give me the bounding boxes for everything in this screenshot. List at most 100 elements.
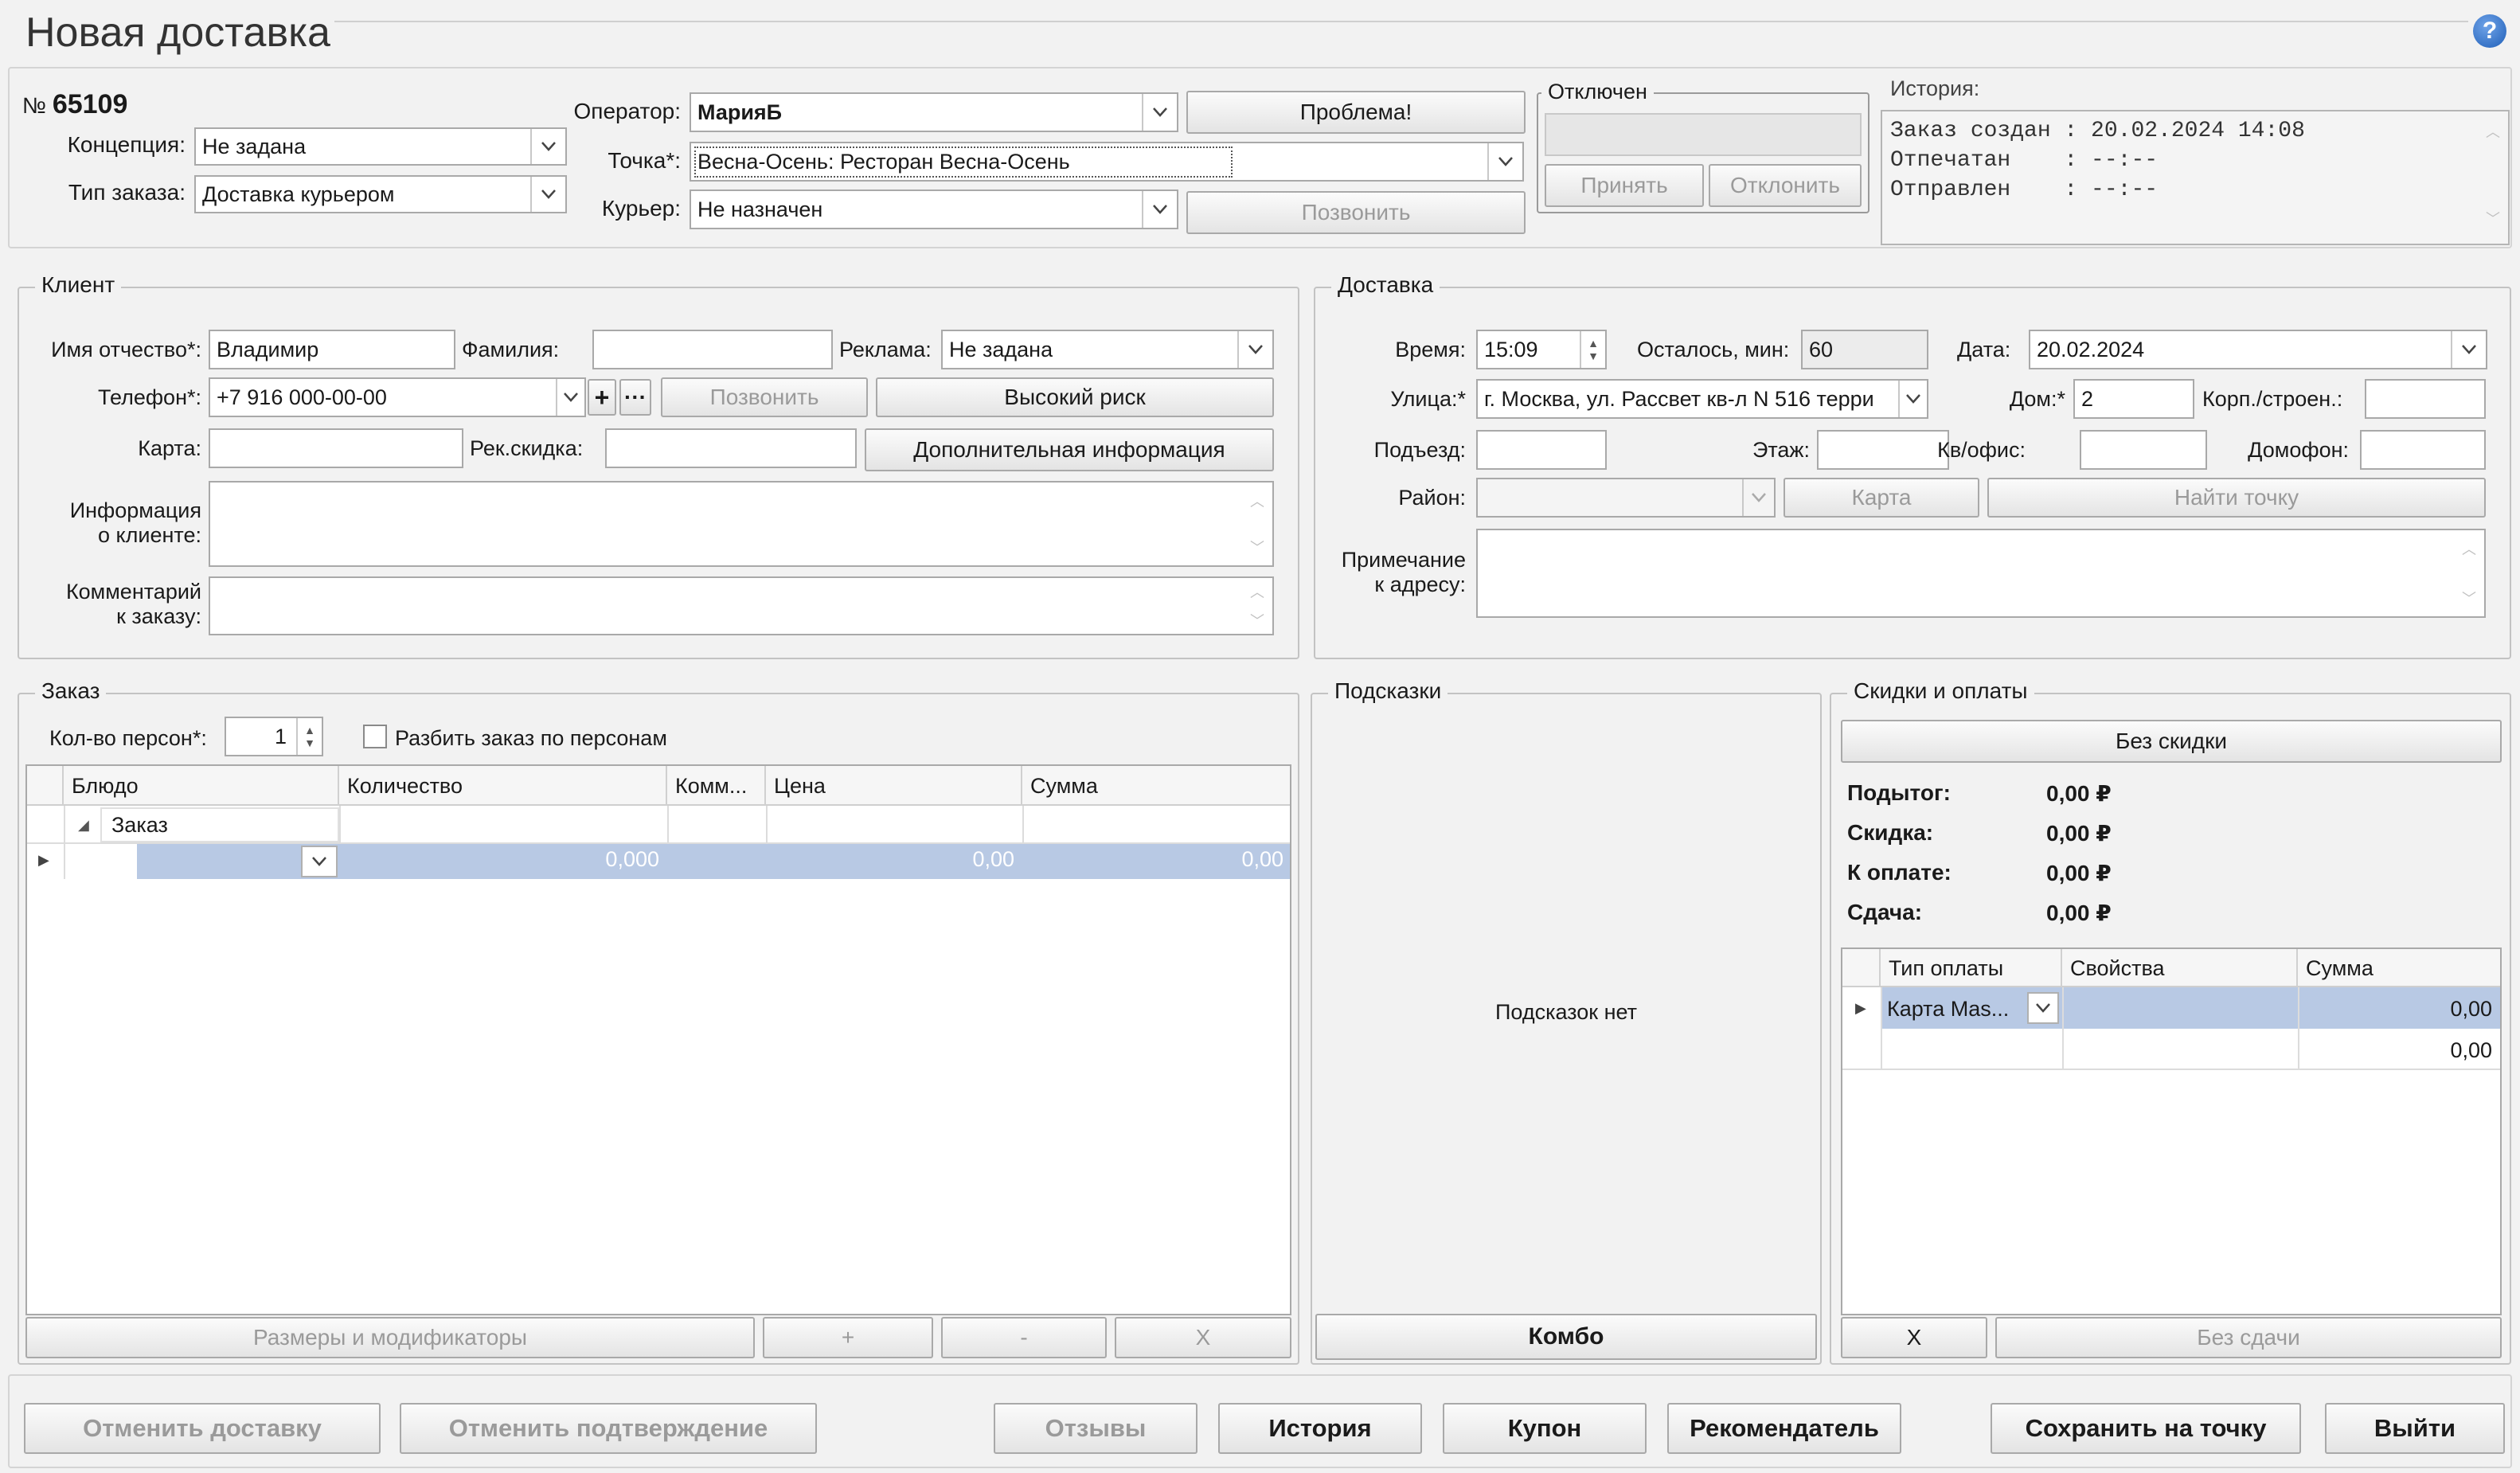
point-select[interactable]: Весна-Осень: Ресторан Весна-Осень [690,142,1524,182]
history-box[interactable]: Заказ создан : 20.02.2024 14:08 Отпечата… [1881,110,2510,245]
high-risk-button[interactable]: Высокий риск [876,377,1274,417]
spin-up-icon[interactable]: ▲ [1588,337,1599,350]
floor-input[interactable] [1817,430,1949,470]
payment-type-dropdown[interactable] [2027,992,2059,1024]
scroll-down-icon[interactable]: ﹀ [2462,588,2476,608]
history-scrollbar[interactable]: ︿ ﹀ [2479,113,2506,242]
cancel-confirmation-button[interactable]: Отменить подтверждение [400,1403,817,1454]
time-input[interactable]: 15:09 ▲ ▼ [1476,330,1607,369]
reject-button[interactable]: Отклонить [1709,164,1862,207]
order-comment-scrollbar[interactable]: ︿ ﹀ [1244,580,1271,632]
scroll-down-icon[interactable]: ﹀ [1250,610,1264,631]
scroll-up-icon[interactable]: ︿ [1250,490,1264,511]
spin-down-icon[interactable]: ▼ [1588,350,1599,362]
extra-info-button[interactable]: Дополнительная информация [865,428,1274,471]
map-button[interactable]: Карта [1784,478,1979,518]
date-picker[interactable]: 20.02.2024 [2029,330,2487,369]
client-info-scrollbar[interactable]: ︿ ﹀ [1244,484,1271,564]
delete-item-button[interactable]: X [1115,1317,1291,1358]
to-pay-value: 0,00 ₽ [2046,861,2112,885]
district-select[interactable] [1476,478,1776,518]
chevron-down-icon[interactable] [1237,331,1272,368]
address-note-scrollbar[interactable]: ︿ ﹀ [2456,532,2483,615]
operator-select[interactable]: МарияБ [690,92,1178,132]
recommender-button[interactable]: Рекомендатель [1667,1403,1901,1454]
chevron-down-icon[interactable] [530,177,565,212]
call-client-button[interactable]: Позвонить [661,377,868,417]
payments-col-header-sum[interactable]: Сумма [2298,949,2500,987]
order-col-header-sum[interactable]: Сумма [1022,766,1290,806]
cancel-delivery-button[interactable]: Отменить доставку [24,1403,381,1454]
exit-button[interactable]: Выйти [2325,1403,2505,1454]
address-note-textarea[interactable]: ︿ ﹀ [1476,529,2486,618]
chevron-down-icon[interactable] [1742,479,1774,516]
persons-spinner[interactable]: ▲ ▼ [296,718,322,755]
building-input[interactable] [2365,379,2486,419]
dish-select-button[interactable] [301,846,338,877]
more-phone-button[interactable]: ··· [619,379,651,416]
collapse-icon[interactable]: ◢ [78,817,89,834]
point-value: Весна-Осень: Ресторан Весна-Осень [694,146,1233,178]
payments-col-header-props[interactable]: Свойства [2062,949,2298,987]
add-item-button[interactable]: + [763,1317,933,1358]
delete-payment-button[interactable]: X [1841,1317,1987,1358]
scroll-down-icon[interactable]: ﹀ [1250,537,1264,557]
ad-discount-input[interactable] [605,428,857,468]
combo-button[interactable]: Комбо [1315,1314,1817,1360]
first-name-input[interactable]: Владимир [209,330,455,369]
no-change-button[interactable]: Без сдачи [1995,1317,2502,1358]
problem-button[interactable]: Проблема! [1186,91,1526,134]
chevron-down-icon[interactable] [1487,143,1522,180]
remove-item-button[interactable]: - [941,1317,1107,1358]
chevron-down-icon[interactable] [530,129,565,164]
entrance-input[interactable] [1476,430,1607,470]
card-input[interactable] [209,428,463,468]
ad-select[interactable]: Не задана [941,330,1274,369]
house-input[interactable]: 2 [2073,379,2194,419]
order-number-prefix: № [22,93,47,118]
sizes-modifiers-button[interactable]: Размеры и модификаторы [25,1317,755,1358]
row-pointer-icon: ▶ [38,852,49,868]
help-icon[interactable]: ? [2473,14,2506,48]
order-col-header-comment[interactable]: Комм... [667,766,766,806]
order-item-sum: 0,00 [1241,847,1283,871]
spin-up-icon[interactable]: ▲ [304,724,315,736]
order-col-header-dish[interactable]: Блюдо [64,766,339,806]
street-select[interactable]: г. Москва, ул. Рассвет кв-л N 516 терри [1476,379,1928,419]
save-to-point-button[interactable]: Сохранить на точку [1991,1403,2301,1454]
chevron-down-icon[interactable] [556,379,584,416]
order-col-header-qty[interactable]: Количество [339,766,667,806]
scroll-up-icon[interactable]: ︿ [2462,538,2476,559]
client-info-textarea[interactable]: ︿ ﹀ [209,481,1274,567]
last-name-input[interactable] [592,330,833,369]
spin-down-icon[interactable]: ▼ [304,736,315,749]
call-courier-button[interactable]: Позвонить [1186,191,1526,234]
reviews-button[interactable]: Отзывы [994,1403,1197,1454]
find-point-button[interactable]: Найти точку [1987,478,2486,518]
history-button[interactable]: История [1218,1403,1422,1454]
scroll-up-icon[interactable]: ︿ [2486,119,2500,149]
persons-input[interactable]: 1 ▲ ▼ [225,717,323,756]
add-phone-button[interactable]: + [588,379,616,416]
chevron-down-icon[interactable] [1142,94,1177,131]
split-checkbox[interactable] [363,725,387,748]
payments-col-header-type[interactable]: Тип оплаты [1881,949,2062,987]
order-col-header-price[interactable]: Цена [766,766,1022,806]
flat-input[interactable] [2080,430,2207,470]
courier-select[interactable]: Не назначен [690,189,1178,229]
coupon-button[interactable]: Купон [1443,1403,1647,1454]
order-comment-textarea[interactable]: ︿ ﹀ [209,576,1274,635]
phone-input[interactable]: +7 916 000-00-00 [209,377,586,417]
concept-select[interactable]: Не задана [194,127,567,166]
order-type-select[interactable]: Доставка курьером [194,175,567,213]
time-spinner[interactable]: ▲ ▼ [1580,331,1605,368]
chevron-down-icon[interactable] [1142,191,1177,228]
chevron-down-icon[interactable] [2451,331,2486,368]
accept-button[interactable]: Принять [1545,164,1704,207]
no-discount-button[interactable]: Без скидки [1841,720,2502,763]
chevron-down-icon[interactable] [1898,381,1927,417]
change-label: Сдача: [1847,900,1923,924]
intercom-input[interactable] [2360,430,2486,470]
scroll-down-icon[interactable]: ﹀ [2486,206,2500,236]
scroll-up-icon[interactable]: ︿ [1250,581,1264,602]
